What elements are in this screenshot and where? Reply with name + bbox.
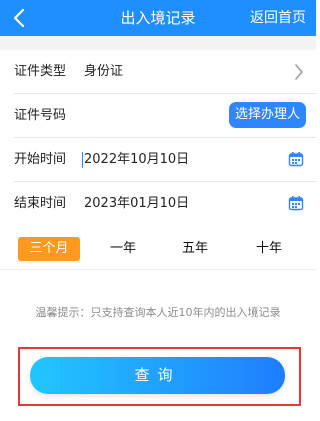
period-tabs: 三个月 一年 五年 十年 <box>0 230 316 270</box>
tip-text: 温馨提示：只支持查询本人近10年内的出入境记录 <box>35 306 281 319</box>
query-button[interactable]: 查询 <box>30 357 285 394</box>
id-number-label: 证件号码 <box>14 108 67 123</box>
select-applicant-button[interactable]: 选择办理人 <box>228 102 306 128</box>
start-date-row[interactable]: 开始时间 2022年10月10日 <box>0 138 316 182</box>
calendar-icon[interactable] <box>288 151 304 167</box>
id-type-row[interactable]: 证件类型 身份证 <box>0 50 316 94</box>
end-date-value[interactable]: 2023年01月10日 <box>84 182 189 226</box>
end-date-label: 结束时间 <box>14 196 67 211</box>
id-number-row: 证件号码 选择办理人 <box>0 94 316 138</box>
chevron-right-icon <box>295 64 303 80</box>
tab-ten-years[interactable]: 十年 <box>244 237 294 261</box>
tabs-divider <box>0 269 316 270</box>
id-type-label: 证件类型 <box>14 64 67 79</box>
tab-five-years[interactable]: 五年 <box>170 237 220 261</box>
tab-one-year[interactable]: 一年 <box>98 237 148 261</box>
start-date-value[interactable]: 2022年10月10日 <box>84 138 189 182</box>
id-type-value: 身份证 <box>84 64 124 79</box>
text-cursor <box>82 152 83 168</box>
start-date-label: 开始时间 <box>14 152 67 167</box>
tab-three-months[interactable]: 三个月 <box>18 237 80 261</box>
calendar-icon[interactable] <box>288 195 304 211</box>
return-home-link[interactable]: 返回首页 <box>250 0 306 36</box>
end-date-row[interactable]: 结束时间 2023年01月10日 <box>0 182 316 226</box>
top-gap <box>0 36 316 50</box>
app-header: 出入境记录 返回首页 <box>0 0 316 36</box>
